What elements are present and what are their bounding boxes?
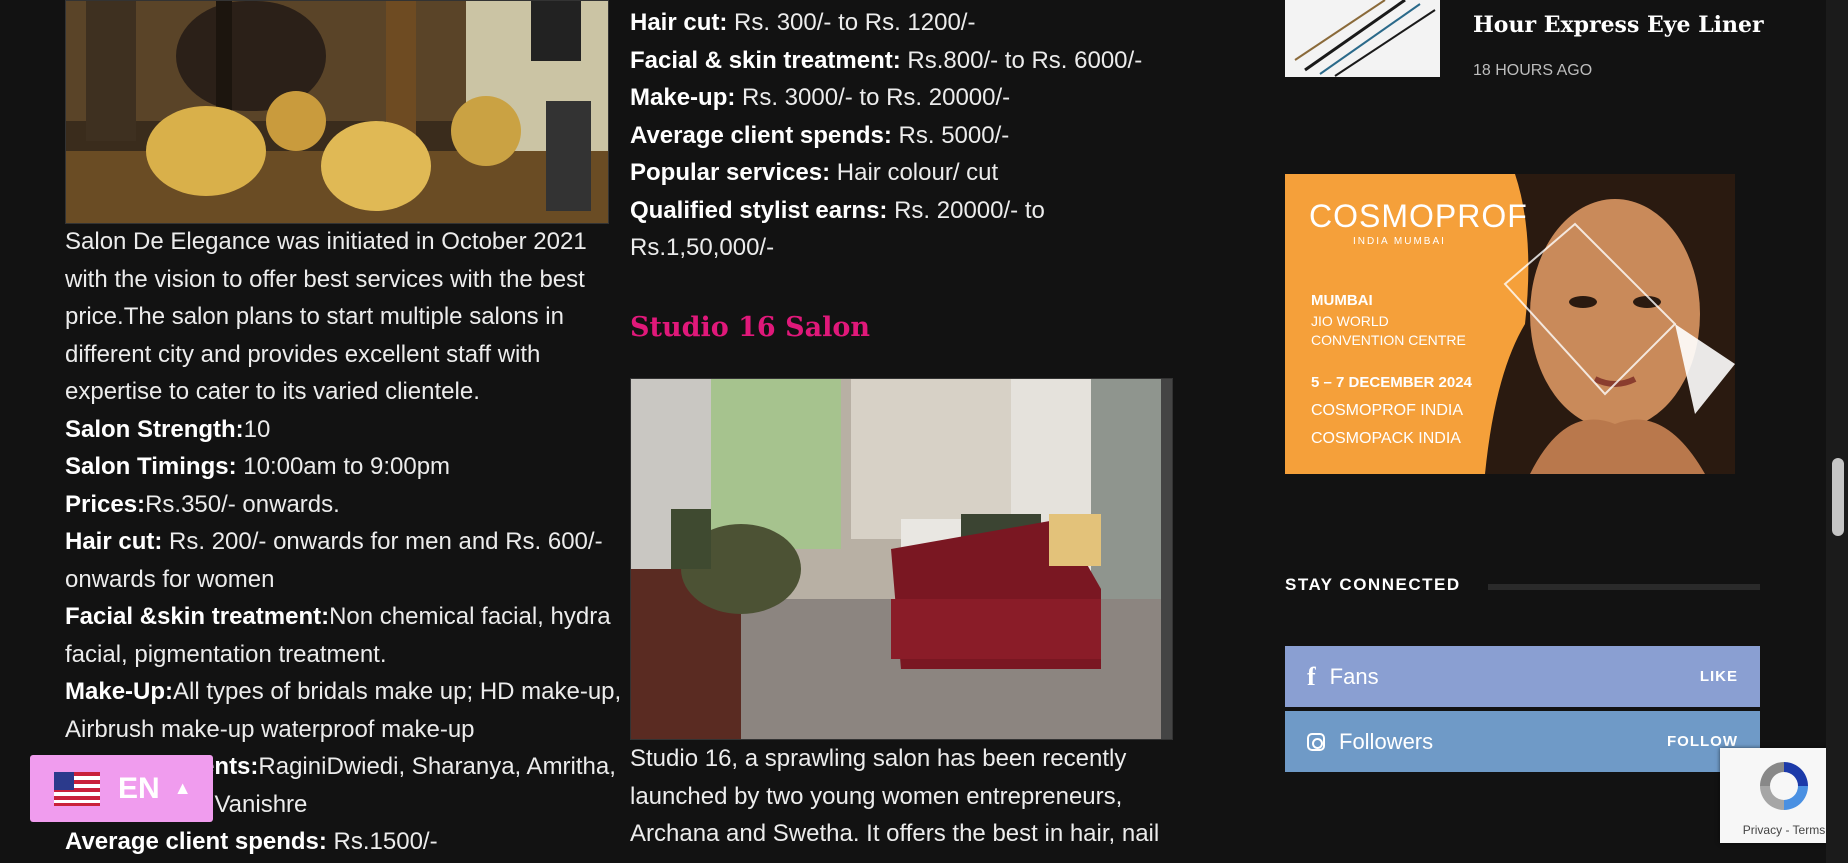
fans-label: Fans <box>1329 663 1379 689</box>
left-detail-item: Salon Strength:10 <box>65 411 625 449</box>
left-detail-item-value: Rs.350/- onwards. <box>145 490 340 518</box>
left-detail-item: Facial &skin treatment:Non chemical faci… <box>65 598 625 673</box>
ad-venue: JIO WORLD CONVENTION CENTRE <box>1311 313 1466 348</box>
followers-label: Followers <box>1339 728 1434 754</box>
studio-16-photo <box>630 378 1173 740</box>
ad-line2: COSMOPACK INDIA <box>1311 430 1461 447</box>
stay-connected-title: STAY CONNECTED <box>1285 575 1461 594</box>
studio-pricing-item-label: Make-up: <box>630 84 736 111</box>
ad-line1: COSMOPROF INDIA <box>1311 402 1464 419</box>
left-detail-item-label: Make-Up: <box>65 678 174 705</box>
post-time: 18 HOURS AGO <box>1473 62 1593 79</box>
studio-pricing-item-value: Rs. 5000/- <box>891 121 1010 149</box>
ad-brand-sub: INDIA MUMBAI <box>1353 236 1446 247</box>
studio-pricing-item-value: Rs. 300/- to Rs. 1200/- <box>727 9 976 36</box>
chevron-up-icon: ▲ <box>173 778 192 798</box>
left-detail-item: Prices:Rs.350/- onwards. <box>65 486 625 524</box>
facebook-fans-row[interactable]: f Fans LIKE <box>1285 646 1760 707</box>
studio-pricing-item: Hair cut: Rs. 300/- to Rs. 1200/- <box>630 4 1175 42</box>
studio-pricing-item-value: Rs. 3000/- to Rs. 20000/- <box>735 84 1011 111</box>
cosmoprof-ad[interactable]: COSMOPROF INDIA MUMBAI MUMBAI JIO WORLD … <box>1285 174 1735 474</box>
left-detail-item-label: Average client spends: <box>65 828 327 855</box>
middle-column-text: Hair cut: Rs. 300/- to Rs. 1200/- Facial … <box>630 4 1175 267</box>
left-detail-item-label: Facial &skin treatment: <box>65 603 330 630</box>
eyeliner-post-thumbnail[interactable] <box>1285 0 1440 77</box>
studio-pricing-item-label: Hair cut: <box>630 9 728 36</box>
studio-pricing-item-label: Facial & skin treatment: <box>630 46 901 74</box>
language-switcher[interactable]: EN ▲ <box>30 755 213 822</box>
instagram-icon <box>1307 732 1325 751</box>
facebook-icon: f <box>1307 661 1316 691</box>
studio-pricing-item: Average client spends: Rs. 5000/- <box>630 117 1175 155</box>
studio-pricing-item: Popular services: Hair colour/ cut <box>630 154 1175 192</box>
left-detail-item-value: 10:00am to 9:00pm <box>236 453 451 480</box>
salon-intro: Salon De Elegance was initiated in Octob… <box>65 228 587 405</box>
left-detail-item: Average client spends: Rs.1500/- <box>65 823 625 861</box>
left-detail-item-value: 10 <box>243 415 271 443</box>
left-detail-item: Salon Timings: 10:00am to 9:00pm <box>65 448 625 486</box>
left-detail-item-value: Rs.1500/- <box>326 828 438 855</box>
recaptcha-icon <box>1760 762 1808 810</box>
studio-pricing-item: Make-up: Rs. 3000/- to Rs. 20000/- <box>630 79 1175 117</box>
language-code: EN <box>118 771 160 805</box>
left-detail-item-label: Salon Timings: <box>65 453 237 480</box>
left-detail-item-label: Salon Strength: <box>65 415 244 443</box>
like-button[interactable]: LIKE <box>1700 668 1738 685</box>
studio-pricing-item: Facial & skin treatment: Rs.800/- to Rs.… <box>630 42 1175 80</box>
studio-pricing-item-label: Popular services: <box>630 159 831 186</box>
studio-pricing-item-value: Rs.800/- to Rs. 6000/- <box>900 46 1143 74</box>
instagram-followers-row[interactable]: Followers FOLLOW <box>1285 711 1760 772</box>
left-detail-item-label: Prices: <box>65 490 146 518</box>
stay-connected-divider <box>1488 584 1760 590</box>
post-title[interactable]: Hour Express Eye Liner <box>1473 12 1764 38</box>
left-detail-item: Make-Up:All types of bridals make up; HD… <box>65 673 625 748</box>
salon-de-elegance-photo <box>65 0 609 224</box>
left-detail-item-label: Hair cut: <box>65 528 163 555</box>
us-flag-icon <box>54 771 100 806</box>
studio-16-body: Studio 16, a sprawling salon has been re… <box>630 745 1160 847</box>
studio-pricing-item-label: Qualified stylist earns: <box>630 196 888 224</box>
studio-pricing-item-value: Hair colour/ cut <box>830 159 999 186</box>
ad-city: MUMBAI <box>1311 292 1373 309</box>
ad-dates: 5 – 7 DECEMBER 2024 <box>1311 374 1472 391</box>
studio-pricing-item: Qualified stylist earns: Rs. 20000/- to … <box>630 192 1175 267</box>
studio-16-heading: Studio 16 Salon <box>630 312 871 343</box>
studio-pricing-item-label: Average client spends: <box>630 121 892 149</box>
page-scrollbar[interactable] <box>1826 0 1848 863</box>
scrollbar-thumb[interactable] <box>1832 458 1844 536</box>
left-detail-item: Hair cut: Rs. 200/- onwards for men and … <box>65 523 625 598</box>
ad-brand: COSMOPROF <box>1309 198 1528 234</box>
